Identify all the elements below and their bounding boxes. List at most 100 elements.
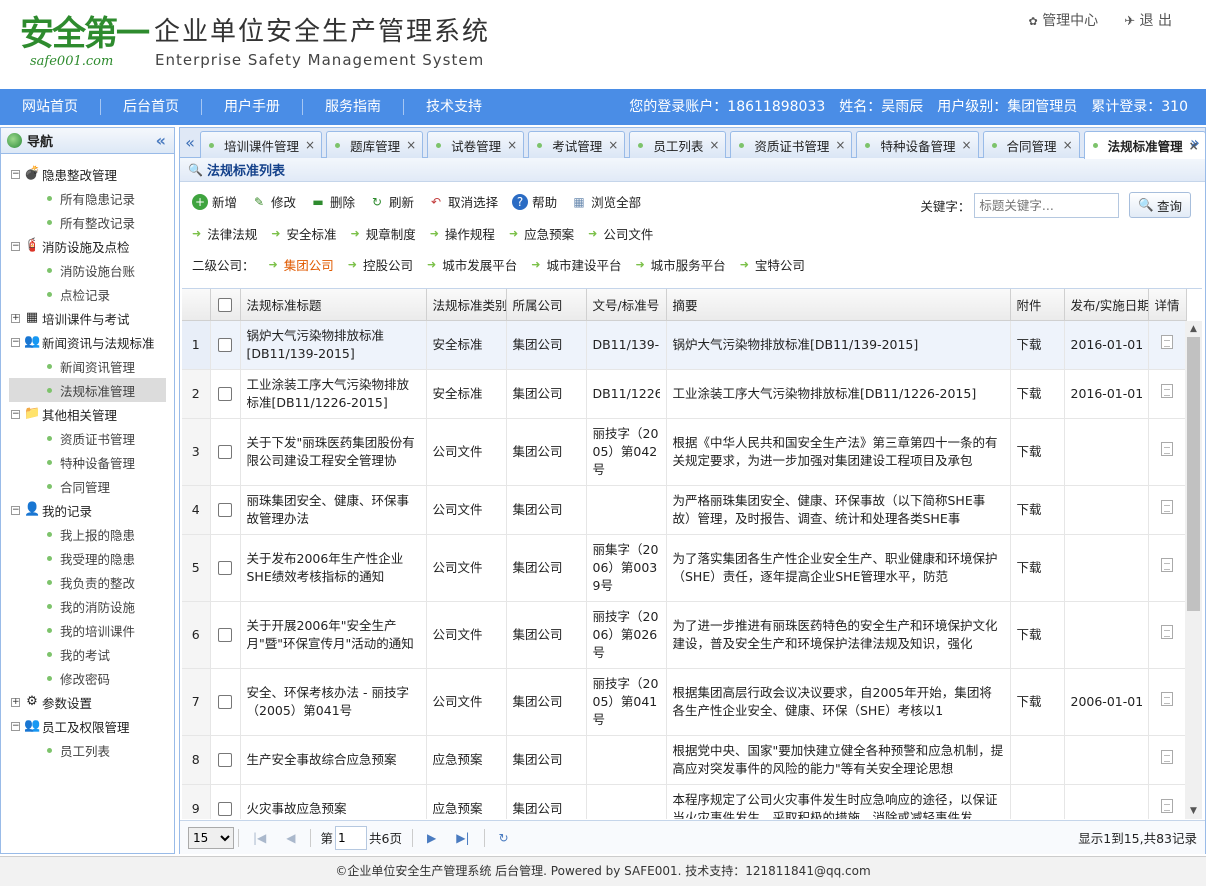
category-link[interactable]: ➜ 安全标准	[271, 224, 336, 243]
close-icon[interactable]: ×	[305, 138, 315, 152]
collapse-icon[interactable]: −	[11, 409, 20, 419]
tree-item[interactable]: 我的考试	[1, 642, 174, 666]
scroll-up-icon[interactable]: ▲	[1185, 321, 1202, 337]
collapse-icon[interactable]: −	[11, 169, 20, 179]
collapse-left-icon[interactable]: «	[156, 131, 166, 150]
download-link[interactable]: 下载	[1017, 694, 1042, 709]
tab[interactable]: 题库管理 ×	[326, 131, 424, 158]
tree-item[interactable]: 我上报的隐患	[1, 522, 174, 546]
tree-item[interactable]: 我负责的整改	[1, 570, 174, 594]
row-select[interactable]	[210, 601, 241, 669]
collapse-icon[interactable]: −	[11, 721, 20, 731]
admin-center-link[interactable]: ✿ 管理中心	[1029, 10, 1099, 30]
first-page-icon[interactable]: |◀	[253, 831, 266, 845]
category-link[interactable]: ➜ 法律法规	[192, 224, 257, 243]
row-select[interactable]	[210, 534, 241, 602]
tree-group[interactable]: − 👥 员工及权限管理	[1, 714, 174, 738]
col-attachment[interactable]: 附件	[1010, 289, 1065, 321]
tree-item[interactable]: 法规标准管理	[9, 378, 166, 402]
tree-item[interactable]: 新闻资讯管理	[1, 354, 174, 378]
tab[interactable]: 合同管理 ×	[982, 131, 1080, 158]
edit-button[interactable]: ✎ 修改	[251, 192, 296, 211]
row-select[interactable]	[210, 485, 241, 535]
close-icon[interactable]: ×	[835, 138, 845, 152]
nav-item-home[interactable]: 网站首页	[0, 99, 101, 115]
help-button[interactable]: ? 帮助	[512, 192, 557, 211]
close-icon[interactable]: ×	[608, 138, 618, 152]
col-title[interactable]: 法规标准标题	[240, 289, 427, 321]
prev-page-icon[interactable]: ◀	[286, 831, 295, 845]
tree-item[interactable]: 我的消防设施	[1, 594, 174, 618]
scroll-thumb[interactable]	[1187, 337, 1200, 611]
table-row[interactable]: 6 关于开展2006年"安全生产月"暨"环保宣传月"活动的通知 公司文件 集团公司 丽技…	[182, 601, 1187, 669]
tree-item[interactable]: 我的培训课件	[1, 618, 174, 642]
refresh-button[interactable]: ↻ 刷新	[369, 192, 414, 211]
category-link[interactable]: ➜ 规章制度	[350, 224, 415, 243]
nav-item-service[interactable]: 服务指南	[303, 99, 404, 115]
close-icon[interactable]: ×	[507, 138, 517, 152]
document-icon[interactable]	[1161, 625, 1173, 639]
category-link[interactable]: ➜ 应急预案	[509, 224, 574, 243]
row-checkbox[interactable]	[218, 753, 232, 767]
nav-item-support[interactable]: 技术支持	[404, 99, 504, 115]
row-select[interactable]	[210, 784, 241, 819]
col-detail[interactable]: 详情	[1148, 289, 1187, 321]
col-summary[interactable]: 摘要	[666, 289, 1011, 321]
document-icon[interactable]	[1161, 750, 1173, 764]
tree-item[interactable]: 修改密码	[1, 666, 174, 690]
col-company[interactable]: 所属公司	[506, 289, 587, 321]
tree-group[interactable]: + ⚙ 参数设置	[1, 690, 174, 714]
tab-scroll-left-icon[interactable]: «	[182, 130, 198, 156]
close-icon[interactable]: ×	[709, 138, 719, 152]
table-row[interactable]: 7 安全、环保考核办法 - 丽技字（2005）第041号 公司文件 集团公司 丽技字（2…	[182, 668, 1187, 736]
logout-link[interactable]: ✈ 退 出	[1124, 10, 1172, 30]
expand-icon[interactable]: +	[11, 697, 20, 707]
collapse-icon[interactable]: −	[11, 505, 20, 515]
table-row[interactable]: 9 火灾事故应急预案 应急预案 集团公司 本程序规定了公司火灾事件发生时应急响应的途径，…	[182, 784, 1187, 819]
tree-group[interactable]: − 👥 新闻资讯与法规标准	[1, 330, 174, 354]
last-page-icon[interactable]: ▶|	[456, 831, 469, 845]
company-link[interactable]: ➜ 宝特公司	[740, 255, 805, 274]
vertical-scrollbar[interactable]: ▲ ▼	[1185, 321, 1202, 819]
category-link[interactable]: ➜ 公司文件	[588, 224, 653, 243]
company-link[interactable]: ➜ 控股公司	[348, 255, 413, 274]
row-select[interactable]	[210, 418, 241, 486]
tab[interactable]: 考试管理 ×	[528, 131, 626, 158]
tree-item[interactable]: 点检记录	[1, 282, 174, 306]
collapse-icon[interactable]: −	[11, 241, 20, 251]
select-all-checkbox[interactable]	[218, 298, 232, 312]
page-size-select[interactable]: 15	[188, 826, 234, 849]
col-doc-number[interactable]: 文号/标准号	[586, 289, 667, 321]
document-icon[interactable]	[1161, 335, 1173, 349]
tab[interactable]: 试卷管理 ×	[427, 131, 525, 158]
download-link[interactable]: 下载	[1017, 386, 1042, 401]
table-row[interactable]: 1 锅炉大气污染物排放标准[DB11/139-2015] 安全标准 集团公司 DB11/…	[182, 320, 1187, 370]
tree-group[interactable]: − 📁 其他相关管理	[1, 402, 174, 426]
tab[interactable]: 员工列表 ×	[629, 131, 727, 158]
tree-item[interactable]: 员工列表	[1, 738, 174, 762]
tree-item[interactable]: 所有隐患记录	[1, 186, 174, 210]
tree-group[interactable]: + ▦ 培训课件与考试	[1, 306, 174, 330]
tab-scroll-right-icon[interactable]: »	[1187, 130, 1203, 156]
tab[interactable]: 培训课件管理 ×	[200, 131, 323, 158]
nav-item-manual[interactable]: 用户手册	[202, 99, 303, 115]
browse-all-button[interactable]: ▦ 浏览全部	[571, 192, 641, 211]
close-icon[interactable]: ×	[1063, 138, 1073, 152]
header-select-all[interactable]	[210, 289, 241, 321]
expand-icon[interactable]: +	[11, 313, 20, 323]
table-row[interactable]: 8 生产安全事故综合应急预案 应急预案 集团公司 根据党中央、国家"要加快建立健全各种预…	[182, 735, 1187, 785]
tab[interactable]: 特种设备管理 ×	[856, 131, 979, 158]
download-link[interactable]: 下载	[1017, 337, 1042, 352]
table-row[interactable]: 3 关于下发"丽珠医药集团股份有限公司建设工程安全管理协议"的通知 公司文件 集团公司…	[182, 418, 1187, 486]
document-icon[interactable]	[1161, 442, 1173, 456]
company-link[interactable]: ➜ 城市服务平台	[635, 255, 725, 274]
document-icon[interactable]	[1161, 500, 1173, 514]
download-link[interactable]: 下载	[1017, 560, 1042, 575]
tree-group[interactable]: − 🧯 消防设施及点检	[1, 234, 174, 258]
row-checkbox[interactable]	[218, 338, 232, 352]
tab[interactable]: 资质证书管理 ×	[730, 131, 853, 158]
next-page-icon[interactable]: ▶	[427, 831, 436, 845]
keyword-input[interactable]	[974, 192, 1120, 218]
row-checkbox[interactable]	[218, 628, 232, 642]
row-checkbox[interactable]	[218, 387, 232, 401]
